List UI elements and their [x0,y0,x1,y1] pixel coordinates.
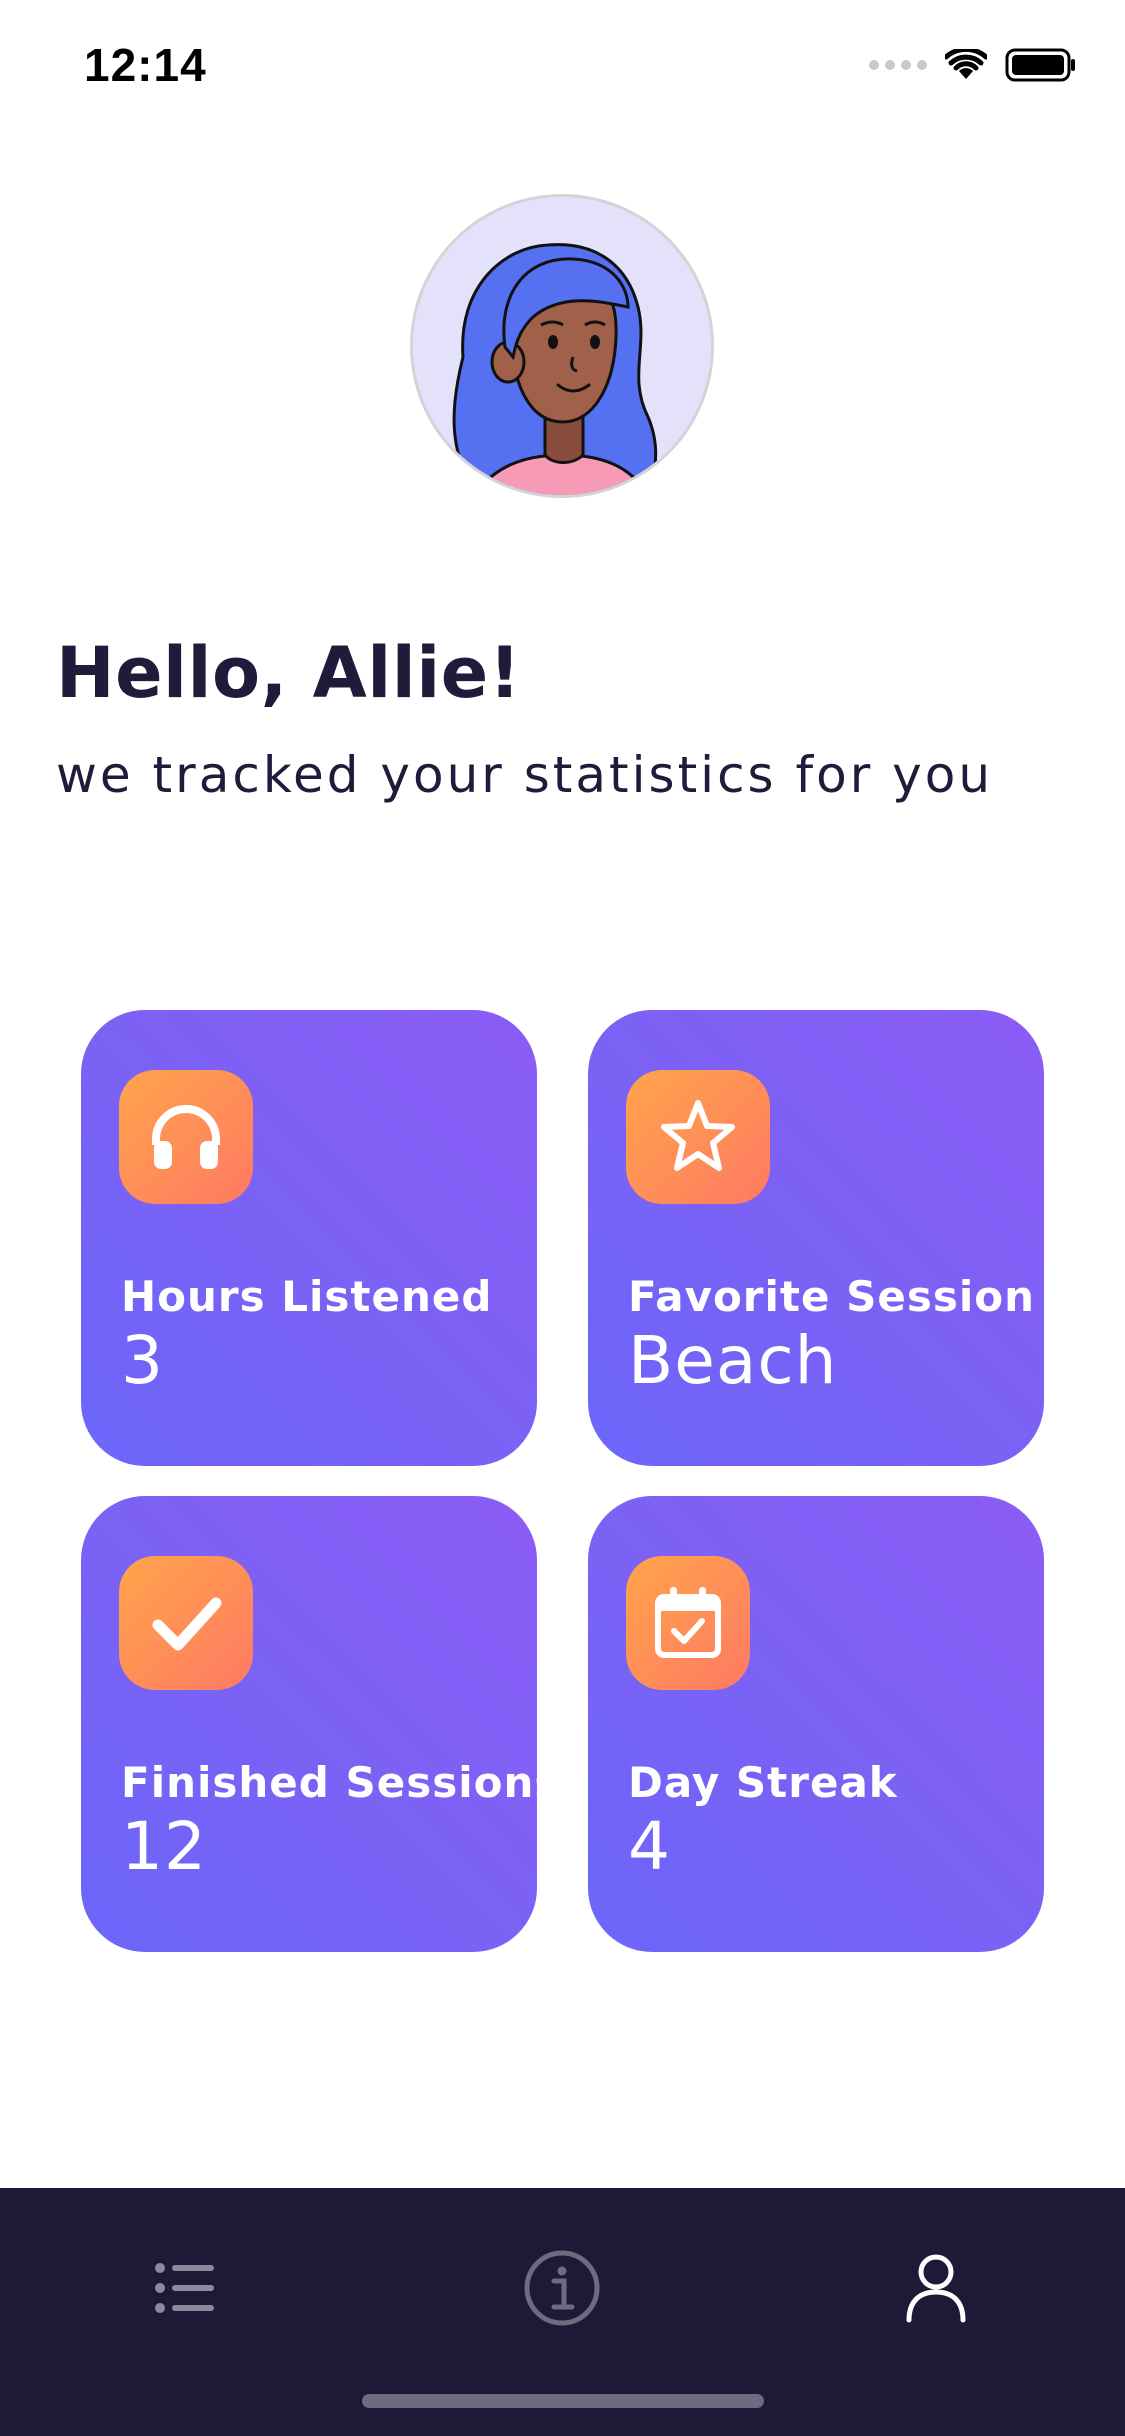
status-time: 12:14 [84,39,207,91]
profile-icon [906,2254,966,2323]
avatar[interactable] [410,194,714,498]
wifi-icon [945,49,987,79]
cellular-signal-icon [869,60,927,70]
checkmark-icon [152,1597,222,1651]
list-icon [155,2263,214,2313]
stat-icon-tile [119,1556,253,1690]
profile-screen: 12:14 Hello, Allie! we tracked your stat… [0,0,1125,2436]
stat-card-finished-sessions[interactable]: Finished Sessions 12 [81,1496,559,1952]
stat-icon-tile [626,1070,770,1204]
stat-label: Day Streak [628,1758,898,1807]
battery-icon [1005,48,1075,82]
stat-value: 12 [121,1808,207,1885]
star-icon [661,1100,735,1171]
stat-value: 3 [121,1322,164,1399]
headphones-icon [152,1105,220,1169]
stat-card-favorite-session[interactable]: Favorite Session Beach [588,1010,1044,1466]
stat-label: Hours Listened [121,1272,493,1321]
tab-list[interactable] [126,2228,246,2348]
avatar-illustration [452,243,658,495]
calendar-check-icon [655,1587,721,1658]
info-icon [524,2250,600,2326]
status-icons [869,48,1077,82]
stat-value: Beach [628,1322,838,1399]
tab-info[interactable] [502,2228,622,2348]
status-bar: 12:14 [0,0,1125,132]
home-indicator [362,2394,764,2408]
greeting-subtitle: we tracked your statistics for you [56,746,994,804]
stat-label: Favorite Session [628,1272,1035,1321]
stat-value: 4 [628,1808,671,1885]
stat-icon-tile [626,1556,750,1690]
stat-card-day-streak[interactable]: Day Streak 4 [588,1496,1044,1952]
tab-profile[interactable] [876,2228,996,2348]
stat-card-hours-listened[interactable]: Hours Listened 3 [81,1010,537,1466]
stat-label: Finished Sessions [121,1758,561,1807]
stat-icon-tile [119,1070,253,1204]
greeting-title: Hello, Allie! [56,632,522,714]
